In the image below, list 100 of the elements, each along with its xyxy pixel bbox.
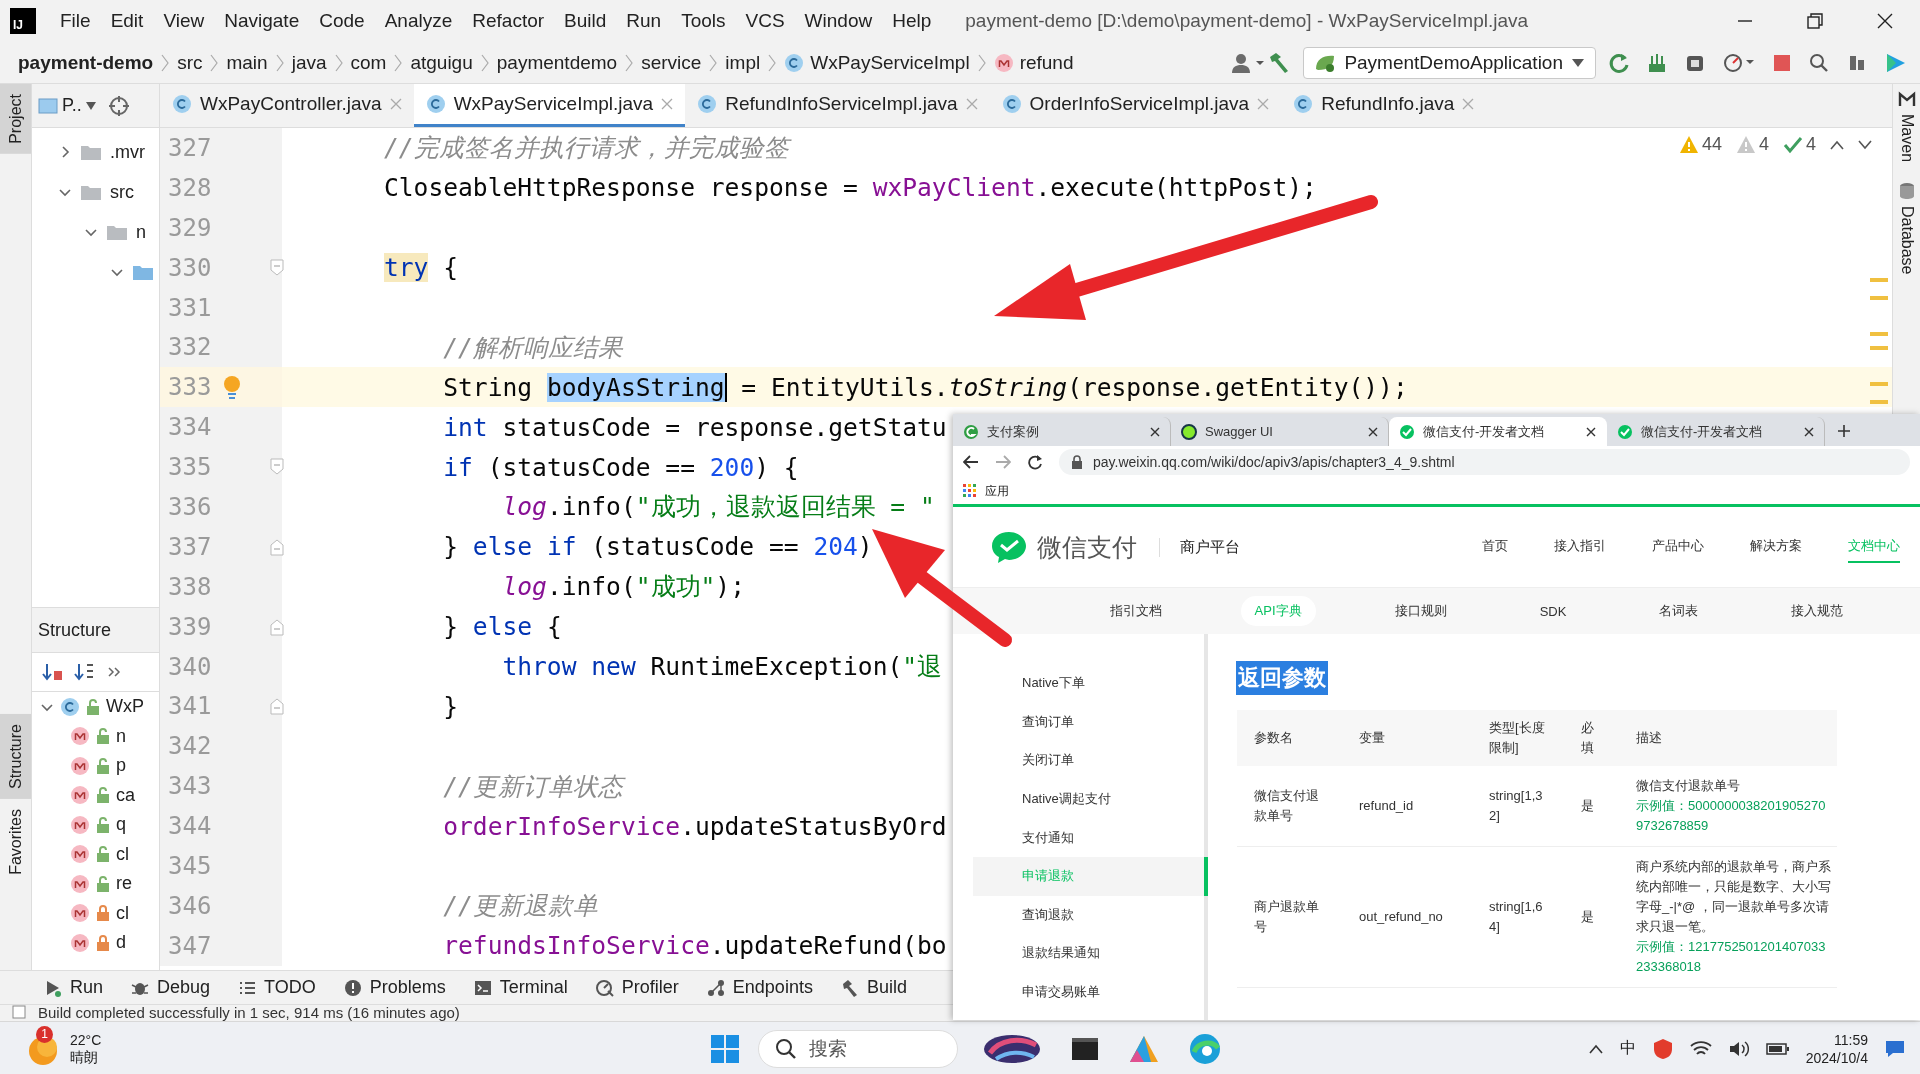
editor-tab[interactable]: RefundInfo.java [1281,84,1487,127]
tool-window-button[interactable]: Project [0,84,31,154]
breadcrumb[interactable]: atguigu [410,51,473,74]
menu-item[interactable]: Navigate [214,10,310,32]
lightbulb-icon[interactable] [222,375,242,402]
breadcrumb[interactable]: main [226,51,268,74]
subnav-tab[interactable]: 接入规范 [1777,596,1858,626]
tool-window-tab[interactable]: Terminal [473,977,568,998]
sidebar-item[interactable]: 支付通知 [973,818,1208,857]
tree-item[interactable]: n [32,721,159,751]
browser-app-icon[interactable] [1188,1031,1222,1066]
menu-item[interactable]: Edit [100,10,154,32]
breadcrumb[interactable]: impl [725,51,761,74]
tool-window-tab[interactable]: Build [840,977,907,998]
breadcrumb[interactable]: java [291,51,327,74]
tool-window-button[interactable]: Favorites [0,798,31,885]
breadcrumb[interactable]: WxPayServiceImpl [784,51,970,74]
tool-window-tab[interactable]: Endpoints [706,977,813,998]
sidebar-item[interactable]: 申请交易账单 [973,972,1208,1012]
run-configuration-dropdown[interactable]: PaymentDemoApplication [1303,46,1596,79]
close-icon[interactable] [1586,426,1596,437]
tool-window-tab[interactable]: Problems [343,977,446,998]
tree-item[interactable]: ca [32,780,159,810]
inspection-count[interactable]: 4 [1735,134,1769,155]
gauge-icon[interactable] [1722,51,1756,74]
inspection-count[interactable]: 44 [1678,134,1722,155]
sidebar-item[interactable]: 退款结果通知 [973,934,1208,973]
tool-window-tab[interactable]: Profiler [595,977,679,998]
menu-item[interactable]: Code [309,10,375,32]
battery-icon[interactable] [1765,1041,1790,1056]
sort-alphabetically-icon[interactable] [74,661,96,683]
tool-window-tab[interactable]: TODO [238,977,316,998]
previous-icon[interactable] [1830,139,1844,150]
tool-window-button[interactable]: Structure [0,713,31,799]
browser-tab[interactable]: Swagger UI [1171,417,1389,446]
nav-link[interactable]: 解决方案 [1750,531,1802,563]
bookmark[interactable]: 应用 [985,482,1009,500]
reload-icon[interactable] [1027,454,1043,470]
menu-item[interactable]: View [153,10,215,32]
browser-tab[interactable]: 微信支付-开发者文档 [1607,417,1825,446]
nav-link[interactable]: 首页 [1482,531,1508,563]
next-icon[interactable] [1858,139,1872,150]
new-tab-icon[interactable] [1837,424,1851,438]
tree-item[interactable]: p [32,751,159,781]
subnav-tab[interactable]: SDK [1525,597,1581,625]
search-icon[interactable] [1808,51,1830,74]
fold-marker-icon[interactable] [270,258,284,277]
view-selector[interactable]: P.. [38,95,96,116]
checkbox-icon[interactable] [12,1005,26,1019]
fold-marker-icon[interactable] [270,617,284,636]
menu-item[interactable]: Help [882,10,942,32]
coverage-icon[interactable] [1646,51,1668,74]
menu-item[interactable]: Build [554,10,617,32]
subnav-tab[interactable]: 接口规则 [1380,596,1461,626]
breadcrumb[interactable]: payment-demo [18,51,154,74]
browser-tab[interactable]: 支付案例 [953,417,1171,446]
clock[interactable]: 11:59 2024/10/4 [1805,1030,1868,1067]
sidebar-item[interactable]: 关闭订单 [973,741,1208,780]
fold-marker-icon[interactable] [270,458,284,477]
menu-item[interactable]: Tools [671,10,736,32]
tree-item[interactable]: WxP [32,692,159,722]
close-icon[interactable] [1368,426,1378,437]
start-icon[interactable] [710,1033,740,1064]
sidebar-item[interactable]: Native下单 [973,664,1208,703]
subnav-tab[interactable]: 指引文档 [1095,596,1176,626]
browser-tab[interactable]: 微信支付-开发者文档 [1389,417,1607,446]
tree-item[interactable]: re [32,869,159,899]
menu-item[interactable]: Run [616,10,672,32]
tool-window-button[interactable]: Database [1897,182,1916,275]
breadcrumb[interactable]: service [641,51,702,74]
close-icon[interactable] [1804,426,1814,437]
target-icon[interactable] [107,94,130,117]
editor-tab[interactable]: OrderInfoServiceImpl.java [989,84,1282,127]
sidebar-item[interactable]: Native调起支付 [973,779,1208,819]
stop-icon[interactable] [1772,52,1792,73]
tool-window-button[interactable]: Maven [1897,90,1916,163]
menu-item[interactable]: VCS [735,10,795,32]
tool-window-tab[interactable]: Debug [131,977,211,998]
shield-icon[interactable] [1651,1037,1674,1060]
rerun-icon[interactable] [1608,51,1630,74]
sidebar-item[interactable]: 查询退款 [973,895,1208,935]
breadcrumb[interactable]: paymentdemo [496,51,618,74]
editor-tab[interactable]: WxPayServiceImpl.java [413,84,686,127]
address-bar[interactable]: pay.weixin.qq.com/wiki/doc/apiv3/apis/chapter3_4_9.shtml [1059,449,1910,475]
chevron-up-icon[interactable] [1587,1042,1604,1055]
tree-item[interactable]: src [32,172,159,212]
fold-marker-icon[interactable] [270,697,284,716]
tool-window-tab[interactable]: Run [44,977,104,998]
tree-item[interactable]: cl [32,898,159,928]
tree-item[interactable]: cl [32,839,159,869]
menu-item[interactable]: Window [794,10,883,32]
breadcrumb[interactable]: refund [993,51,1074,74]
editor-tab[interactable]: WxPayController.java [160,84,414,127]
restore-icon[interactable] [1806,12,1824,30]
tree-item[interactable]: q [32,810,159,840]
menu-item[interactable]: Analyze [374,10,463,32]
close-icon[interactable] [1876,12,1894,30]
inspection-count[interactable]: 4 [1783,134,1816,155]
fold-marker-icon[interactable] [270,537,284,556]
nav-link[interactable]: 产品中心 [1652,531,1704,563]
